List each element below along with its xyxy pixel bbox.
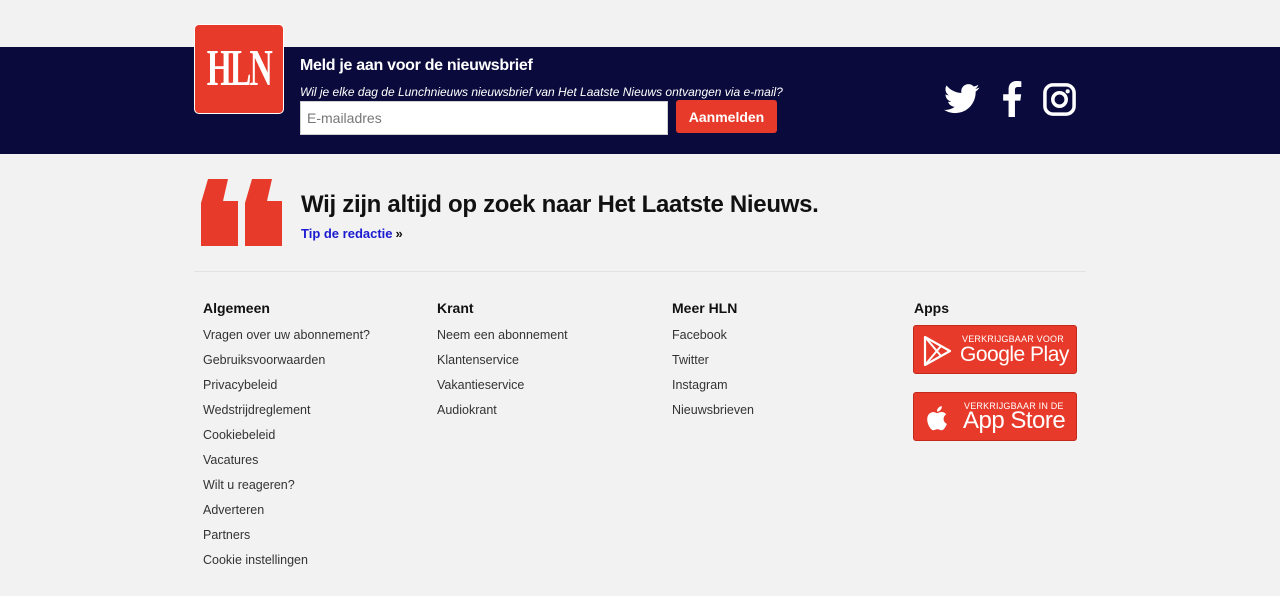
footer-link[interactable]: Vacatures (203, 452, 370, 477)
footer-link[interactable]: Audiokrant (437, 402, 568, 427)
facebook-icon (1003, 81, 1022, 117)
hln-logo[interactable]: HLN (194, 24, 284, 114)
quote-icon (201, 179, 282, 246)
footer-link[interactable]: Wedstrijdreglement (203, 402, 370, 427)
footer-heading-krant: Krant (437, 300, 474, 316)
apple-icon (927, 406, 947, 431)
footer-link[interactable]: Wilt u reageren? (203, 477, 370, 502)
facebook-link[interactable] (998, 80, 1026, 118)
footer-link[interactable]: Gebruiksvoorwaarden (203, 352, 370, 377)
quote-text: Wij zijn altijd op zoek naar Het Laatste… (301, 191, 819, 218)
footer-link[interactable]: Vragen over uw abonnement? (203, 327, 370, 352)
footer-link[interactable]: Cookie instellingen (203, 552, 370, 577)
footer-link[interactable]: Adverteren (203, 502, 370, 527)
email-input[interactable] (300, 101, 668, 135)
twitter-icon (944, 84, 980, 114)
instagram-link[interactable] (1040, 80, 1078, 118)
double-chevron-right-icon: » (395, 226, 403, 241)
tip-link-label: Tip de redactie (301, 226, 393, 241)
instagram-icon (1042, 82, 1076, 116)
footer-link[interactable]: Facebook (672, 327, 754, 352)
footer-column-meer-hln: Meer HLN Facebook Twitter Instagram Nieu… (672, 300, 754, 427)
section-divider (194, 271, 1086, 272)
subscribe-button[interactable]: Aanmelden (676, 100, 777, 133)
footer-link[interactable]: Privacybeleid (203, 377, 370, 402)
footer-link[interactable]: Partners (203, 527, 370, 552)
footer-column-algemeen: Algemeen Vragen over uw abonnement? Gebr… (203, 300, 370, 577)
tip-redactie-link[interactable]: Tip de redactie» (301, 226, 403, 241)
footer-heading-meer-hln: Meer HLN (672, 300, 738, 316)
newsletter-subtitle: Wil je elke dag de Lunchnieuws nieuwsbri… (300, 85, 783, 99)
footer-link[interactable]: Twitter (672, 352, 754, 377)
footer-link[interactable]: Nieuwsbrieven (672, 402, 754, 427)
footer-link[interactable]: Instagram (672, 377, 754, 402)
app-store-big-text: App Store (963, 407, 1066, 434)
footer-column-apps: Apps (914, 300, 949, 327)
footer-link[interactable]: Cookiebeleid (203, 427, 370, 452)
logo-text: HLN (206, 40, 273, 97)
newsletter-title: Meld je aan voor de nieuwsbrief (300, 57, 533, 74)
footer-column-krant: Krant Neem een abonnement Klantenservice… (437, 300, 568, 427)
google-play-big-text: Google Play (960, 343, 1069, 366)
footer-heading-apps: Apps (914, 300, 949, 316)
footer-link[interactable]: Neem een abonnement (437, 327, 568, 352)
footer-link[interactable]: Vakantieservice (437, 377, 568, 402)
google-play-badge[interactable]: VERKRIJGBAAR VOOR Google Play (913, 325, 1077, 374)
google-play-icon (923, 336, 952, 366)
app-store-badge[interactable]: VERKRIJGBAAR IN DE App Store (913, 392, 1077, 441)
footer-link[interactable]: Klantenservice (437, 352, 568, 377)
footer-heading-algemeen: Algemeen (203, 300, 270, 316)
twitter-link[interactable] (943, 80, 981, 118)
